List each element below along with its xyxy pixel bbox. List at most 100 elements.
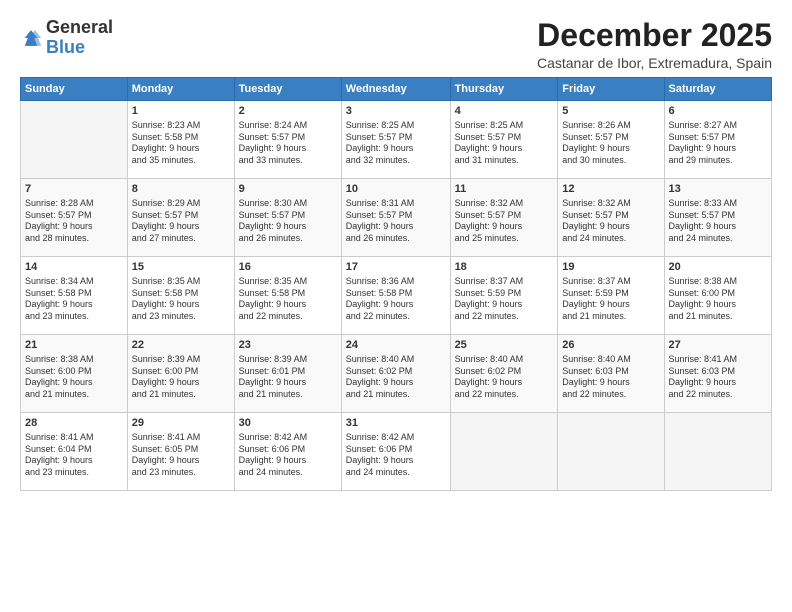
day-cell: 14Sunrise: 8:34 AMSunset: 5:58 PMDayligh… — [21, 257, 128, 335]
day-cell — [664, 413, 771, 491]
day-content: Sunrise: 8:32 AMSunset: 5:57 PMDaylight:… — [562, 198, 659, 245]
day-number: 2 — [239, 104, 337, 119]
week-row-2: 7Sunrise: 8:28 AMSunset: 5:57 PMDaylight… — [21, 179, 772, 257]
day-content: Sunrise: 8:36 AMSunset: 5:58 PMDaylight:… — [346, 276, 446, 323]
header-cell-tuesday: Tuesday — [234, 78, 341, 101]
day-cell: 26Sunrise: 8:40 AMSunset: 6:03 PMDayligh… — [558, 335, 664, 413]
day-content: Sunrise: 8:23 AMSunset: 5:58 PMDaylight:… — [132, 120, 230, 167]
day-cell: 20Sunrise: 8:38 AMSunset: 6:00 PMDayligh… — [664, 257, 771, 335]
day-number: 28 — [25, 416, 123, 431]
day-cell: 15Sunrise: 8:35 AMSunset: 5:58 PMDayligh… — [127, 257, 234, 335]
day-content: Sunrise: 8:25 AMSunset: 5:57 PMDaylight:… — [346, 120, 446, 167]
day-content: Sunrise: 8:30 AMSunset: 5:57 PMDaylight:… — [239, 198, 337, 245]
day-number: 21 — [25, 338, 123, 353]
day-number: 7 — [25, 182, 123, 197]
day-content: Sunrise: 8:24 AMSunset: 5:57 PMDaylight:… — [239, 120, 337, 167]
header-cell-thursday: Thursday — [450, 78, 558, 101]
header-row: SundayMondayTuesdayWednesdayThursdayFrid… — [21, 78, 772, 101]
day-cell: 2Sunrise: 8:24 AMSunset: 5:57 PMDaylight… — [234, 101, 341, 179]
logo-icon — [20, 27, 42, 49]
day-cell: 5Sunrise: 8:26 AMSunset: 5:57 PMDaylight… — [558, 101, 664, 179]
day-content: Sunrise: 8:37 AMSunset: 5:59 PMDaylight:… — [455, 276, 554, 323]
day-content: Sunrise: 8:25 AMSunset: 5:57 PMDaylight:… — [455, 120, 554, 167]
day-number: 30 — [239, 416, 337, 431]
day-number: 5 — [562, 104, 659, 119]
day-content: Sunrise: 8:33 AMSunset: 5:57 PMDaylight:… — [669, 198, 767, 245]
calendar-table: SundayMondayTuesdayWednesdayThursdayFrid… — [20, 77, 772, 491]
day-cell — [450, 413, 558, 491]
day-number: 27 — [669, 338, 767, 353]
day-content: Sunrise: 8:41 AMSunset: 6:04 PMDaylight:… — [25, 432, 123, 479]
location: Castanar de Ibor, Extremadura, Spain — [537, 55, 772, 71]
day-cell: 25Sunrise: 8:40 AMSunset: 6:02 PMDayligh… — [450, 335, 558, 413]
day-cell: 31Sunrise: 8:42 AMSunset: 6:06 PMDayligh… — [341, 413, 450, 491]
header-cell-wednesday: Wednesday — [341, 78, 450, 101]
day-content: Sunrise: 8:41 AMSunset: 6:05 PMDaylight:… — [132, 432, 230, 479]
day-content: Sunrise: 8:27 AMSunset: 5:57 PMDaylight:… — [669, 120, 767, 167]
day-content: Sunrise: 8:38 AMSunset: 6:00 PMDaylight:… — [25, 354, 123, 401]
day-cell: 10Sunrise: 8:31 AMSunset: 5:57 PMDayligh… — [341, 179, 450, 257]
day-cell: 28Sunrise: 8:41 AMSunset: 6:04 PMDayligh… — [21, 413, 128, 491]
day-content: Sunrise: 8:28 AMSunset: 5:57 PMDaylight:… — [25, 198, 123, 245]
header: General Blue December 2025 Castanar de I… — [20, 18, 772, 71]
day-content: Sunrise: 8:32 AMSunset: 5:57 PMDaylight:… — [455, 198, 554, 245]
day-number: 10 — [346, 182, 446, 197]
day-number: 24 — [346, 338, 446, 353]
day-cell: 22Sunrise: 8:39 AMSunset: 6:00 PMDayligh… — [127, 335, 234, 413]
day-content: Sunrise: 8:40 AMSunset: 6:03 PMDaylight:… — [562, 354, 659, 401]
day-cell: 21Sunrise: 8:38 AMSunset: 6:00 PMDayligh… — [21, 335, 128, 413]
day-content: Sunrise: 8:40 AMSunset: 6:02 PMDaylight:… — [346, 354, 446, 401]
header-cell-monday: Monday — [127, 78, 234, 101]
day-cell: 7Sunrise: 8:28 AMSunset: 5:57 PMDaylight… — [21, 179, 128, 257]
header-cell-sunday: Sunday — [21, 78, 128, 101]
day-cell: 6Sunrise: 8:27 AMSunset: 5:57 PMDaylight… — [664, 101, 771, 179]
day-cell: 8Sunrise: 8:29 AMSunset: 5:57 PMDaylight… — [127, 179, 234, 257]
day-content: Sunrise: 8:29 AMSunset: 5:57 PMDaylight:… — [132, 198, 230, 245]
day-number: 17 — [346, 260, 446, 275]
day-number: 25 — [455, 338, 554, 353]
day-number: 4 — [455, 104, 554, 119]
day-number: 19 — [562, 260, 659, 275]
title-block: December 2025 Castanar de Ibor, Extremad… — [537, 18, 772, 71]
day-number: 13 — [669, 182, 767, 197]
day-content: Sunrise: 8:35 AMSunset: 5:58 PMDaylight:… — [239, 276, 337, 323]
calendar-page: General Blue December 2025 Castanar de I… — [0, 0, 792, 612]
day-content: Sunrise: 8:26 AMSunset: 5:57 PMDaylight:… — [562, 120, 659, 167]
day-number: 20 — [669, 260, 767, 275]
day-cell — [21, 101, 128, 179]
logo-blue-text: Blue — [46, 37, 85, 57]
day-cell: 18Sunrise: 8:37 AMSunset: 5:59 PMDayligh… — [450, 257, 558, 335]
day-number: 3 — [346, 104, 446, 119]
month-title: December 2025 — [537, 18, 772, 53]
day-number: 8 — [132, 182, 230, 197]
day-number: 6 — [669, 104, 767, 119]
day-number: 14 — [25, 260, 123, 275]
day-number: 26 — [562, 338, 659, 353]
day-number: 12 — [562, 182, 659, 197]
day-cell: 12Sunrise: 8:32 AMSunset: 5:57 PMDayligh… — [558, 179, 664, 257]
day-cell: 23Sunrise: 8:39 AMSunset: 6:01 PMDayligh… — [234, 335, 341, 413]
day-cell — [558, 413, 664, 491]
week-row-3: 14Sunrise: 8:34 AMSunset: 5:58 PMDayligh… — [21, 257, 772, 335]
day-content: Sunrise: 8:31 AMSunset: 5:57 PMDaylight:… — [346, 198, 446, 245]
day-cell: 3Sunrise: 8:25 AMSunset: 5:57 PMDaylight… — [341, 101, 450, 179]
day-number: 31 — [346, 416, 446, 431]
day-number: 16 — [239, 260, 337, 275]
day-cell: 30Sunrise: 8:42 AMSunset: 6:06 PMDayligh… — [234, 413, 341, 491]
day-number: 23 — [239, 338, 337, 353]
day-content: Sunrise: 8:35 AMSunset: 5:58 PMDaylight:… — [132, 276, 230, 323]
day-content: Sunrise: 8:40 AMSunset: 6:02 PMDaylight:… — [455, 354, 554, 401]
day-content: Sunrise: 8:42 AMSunset: 6:06 PMDaylight:… — [239, 432, 337, 479]
day-cell: 16Sunrise: 8:35 AMSunset: 5:58 PMDayligh… — [234, 257, 341, 335]
week-row-4: 21Sunrise: 8:38 AMSunset: 6:00 PMDayligh… — [21, 335, 772, 413]
week-row-1: 1Sunrise: 8:23 AMSunset: 5:58 PMDaylight… — [21, 101, 772, 179]
week-row-5: 28Sunrise: 8:41 AMSunset: 6:04 PMDayligh… — [21, 413, 772, 491]
day-number: 15 — [132, 260, 230, 275]
header-cell-friday: Friday — [558, 78, 664, 101]
day-number: 29 — [132, 416, 230, 431]
day-cell: 24Sunrise: 8:40 AMSunset: 6:02 PMDayligh… — [341, 335, 450, 413]
day-number: 1 — [132, 104, 230, 119]
day-content: Sunrise: 8:41 AMSunset: 6:03 PMDaylight:… — [669, 354, 767, 401]
day-content: Sunrise: 8:42 AMSunset: 6:06 PMDaylight:… — [346, 432, 446, 479]
day-cell: 17Sunrise: 8:36 AMSunset: 5:58 PMDayligh… — [341, 257, 450, 335]
